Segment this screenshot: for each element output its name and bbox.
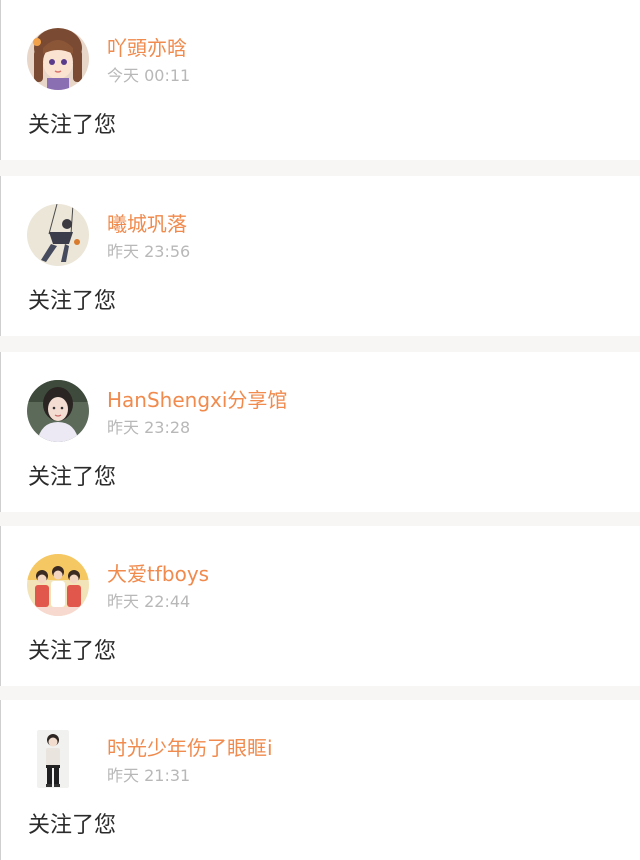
timestamp-time: 00:11 — [144, 66, 191, 85]
timestamp-day: 昨天 — [107, 418, 140, 437]
group-photo-avatar[interactable] — [27, 554, 89, 616]
notification-message: 关注了您 — [28, 465, 117, 490]
notification-message: 关注了您 — [28, 289, 117, 314]
timestamp: 昨天 23:28 — [107, 418, 190, 438]
figure-on-swing-avatar[interactable] — [27, 204, 89, 266]
username[interactable]: 大爱tfboys — [107, 561, 209, 587]
timestamp: 昨天 22:44 — [107, 592, 190, 612]
notification-feed: 吖頭亦晗 今天 00:11 关注了您 曦城巩落 昨天 23:56 关注了您 Ha… — [0, 0, 640, 860]
username[interactable]: 曦城巩落 — [107, 211, 187, 237]
notification-message: 关注了您 — [28, 639, 117, 664]
timestamp-time: 22:44 — [144, 592, 191, 611]
username[interactable]: 时光少年伤了眼眶i — [107, 735, 273, 761]
notification-card[interactable]: 曦城巩落 昨天 23:56 关注了您 — [0, 176, 640, 336]
timestamp-day: 今天 — [107, 66, 140, 85]
timestamp-day: 昨天 — [107, 592, 140, 611]
notification-card[interactable]: 吖頭亦晗 今天 00:11 关注了您 — [0, 0, 640, 160]
username[interactable]: HanShengxi分享馆 — [107, 387, 287, 413]
timestamp-day: 昨天 — [107, 766, 140, 785]
timestamp-time: 23:56 — [144, 242, 191, 261]
notification-card[interactable]: 时光少年伤了眼眶i 昨天 21:31 关注了您 — [0, 700, 640, 860]
timestamp-time: 23:28 — [144, 418, 191, 437]
notification-message: 关注了您 — [28, 113, 117, 138]
notification-card[interactable]: 大爱tfboys 昨天 22:44 关注了您 — [0, 526, 640, 686]
timestamp-time: 21:31 — [144, 766, 191, 785]
portrait-photo-avatar[interactable] — [27, 380, 89, 442]
timestamp: 今天 00:11 — [107, 66, 190, 86]
standing-boy-avatar[interactable] — [37, 730, 69, 788]
timestamp: 昨天 23:56 — [107, 242, 190, 262]
anime-girl-avatar[interactable] — [27, 28, 89, 90]
notification-message: 关注了您 — [28, 813, 117, 838]
notification-card[interactable]: HanShengxi分享馆 昨天 23:28 关注了您 — [0, 352, 640, 512]
username[interactable]: 吖頭亦晗 — [107, 35, 187, 61]
timestamp-day: 昨天 — [107, 242, 140, 261]
timestamp: 昨天 21:31 — [107, 766, 190, 786]
